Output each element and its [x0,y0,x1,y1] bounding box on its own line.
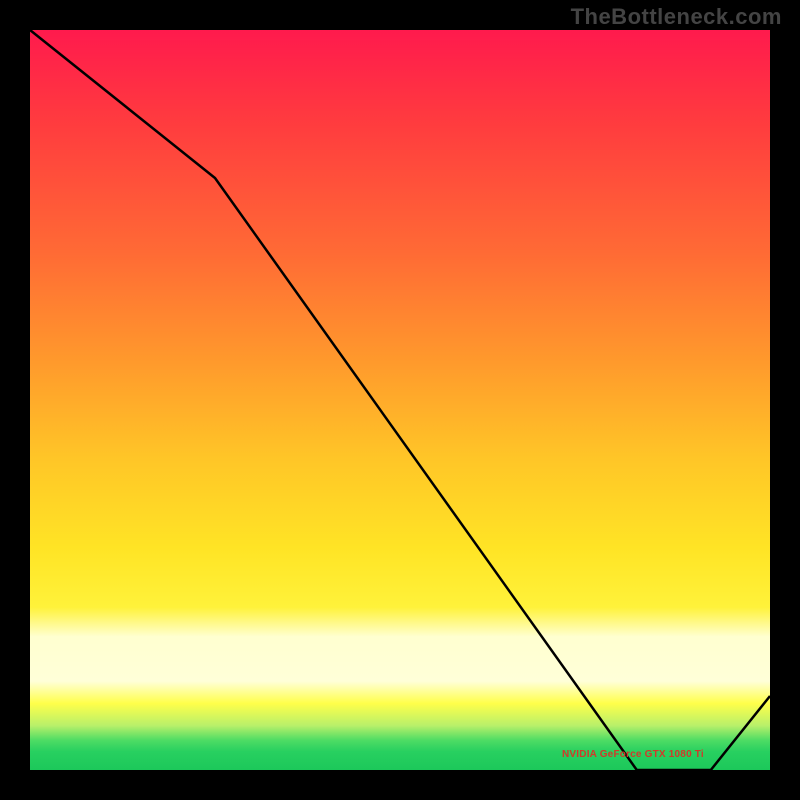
watermark-text: TheBottleneck.com [571,4,782,30]
plot-gradient-background [30,30,770,770]
plot-frame: NVIDIA GeForce GTX 1080 Ti [30,30,770,770]
gpu-annotation-label: NVIDIA GeForce GTX 1080 Ti [562,749,704,760]
